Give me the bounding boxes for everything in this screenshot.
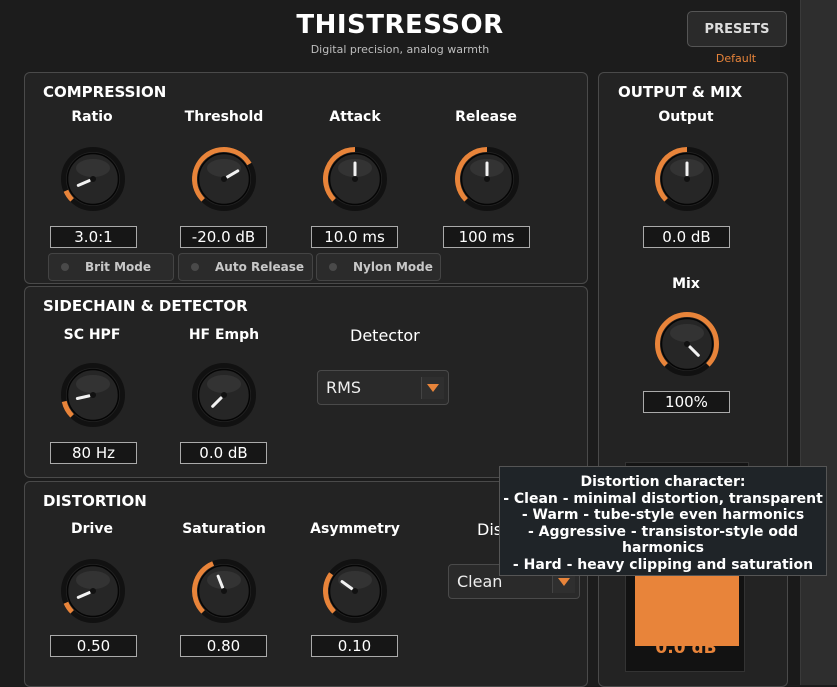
knob-center <box>684 176 690 182</box>
threshold-label: Threshold <box>184 109 264 125</box>
knob-center <box>221 176 227 182</box>
tooltip-line: - Aggressive - transistor-style odd <box>527 523 799 540</box>
drive-value[interactable]: 0.50 <box>50 635 137 657</box>
knob-highlight <box>207 571 241 589</box>
brit-mode-label: Brit Mode <box>85 260 152 274</box>
ratio-value[interactable]: 3.0:1 <box>50 226 137 248</box>
asymmetry-knob[interactable] <box>322 558 388 624</box>
distortion-title: DISTORTION <box>43 492 147 510</box>
hf-emph-label: HF Emph <box>188 327 260 343</box>
plugin-title: THISTRESSOR <box>296 10 504 40</box>
output-meter-readout: 0.0 dB <box>655 638 717 658</box>
knob-highlight <box>76 159 110 177</box>
drive-label: Drive <box>71 521 113 537</box>
release-label: Release <box>455 109 517 125</box>
knob-center <box>90 176 96 182</box>
auto-release-toggle[interactable]: Auto Release <box>178 253 313 281</box>
output-meter-fill <box>635 574 739 646</box>
threshold-knob[interactable] <box>191 146 257 212</box>
side-scrollbar[interactable] <box>800 0 837 685</box>
knob-highlight <box>338 571 372 589</box>
mix-value[interactable]: 100% <box>643 391 730 413</box>
knob-center <box>352 176 358 182</box>
sc-hpf-value[interactable]: 80 Hz <box>50 442 137 464</box>
hf-emph-value[interactable]: 0.0 dB <box>180 442 267 464</box>
ratio-knob[interactable] <box>60 146 126 212</box>
asymmetry-value[interactable]: 0.10 <box>311 635 398 657</box>
detector-label: Detector <box>350 326 420 345</box>
knob-highlight <box>76 571 110 589</box>
auto-release-label: Auto Release <box>215 260 304 274</box>
knob-center <box>684 341 690 347</box>
tooltip-line: - Clean - minimal distortion, transparen… <box>503 490 823 507</box>
tooltip-line: - Warm - tube-style even harmonics <box>521 507 805 523</box>
tooltip-line: Distortion character: <box>580 474 746 490</box>
attack-value[interactable]: 10.0 ms <box>311 226 398 248</box>
ratio-label: Ratio <box>71 109 113 125</box>
output-knob[interactable] <box>654 146 720 212</box>
mix-knob[interactable] <box>654 311 720 377</box>
release-value[interactable]: 100 ms <box>443 226 530 248</box>
output-label: Output <box>658 109 714 125</box>
led-indicator-icon <box>61 263 69 271</box>
sidechain-title: SIDECHAIN & DETECTOR <box>43 297 248 315</box>
knob-center <box>90 588 96 594</box>
knob-center <box>352 588 358 594</box>
knob-highlight <box>76 375 110 393</box>
detector-select[interactable]: RMS <box>317 370 449 405</box>
detector-select-value: RMS <box>326 378 362 397</box>
tooltip-line: - Hard - heavy clipping and saturation <box>512 556 814 573</box>
saturation-value[interactable]: 0.80 <box>180 635 267 657</box>
knob-center <box>90 392 96 398</box>
knob-center <box>484 176 490 182</box>
attack-knob[interactable] <box>322 146 388 212</box>
knob-highlight <box>670 324 704 342</box>
knob-highlight <box>207 159 241 177</box>
tooltip-line: harmonics <box>622 540 704 556</box>
presets-button[interactable]: PRESETS <box>687 11 787 47</box>
sc-hpf-knob[interactable] <box>60 362 126 428</box>
saturation-knob[interactable] <box>191 558 257 624</box>
attack-label: Attack <box>329 109 381 125</box>
distortion-type-value: Clean <box>457 572 503 591</box>
compression-title: COMPRESSION <box>43 83 167 101</box>
chevron-down-icon[interactable] <box>421 377 444 399</box>
nylon-mode-toggle[interactable]: Nylon Mode <box>316 253 441 281</box>
brit-mode-toggle[interactable]: Brit Mode <box>48 253 174 281</box>
led-indicator-icon <box>191 263 199 271</box>
mix-label: Mix <box>672 276 700 292</box>
knob-highlight <box>207 375 241 393</box>
asymmetry-label: Asymmetry <box>310 521 400 537</box>
output-mix-title: OUTPUT & MIX <box>618 83 743 101</box>
sc-hpf-label: SC HPF <box>63 327 121 343</box>
saturation-label: Saturation <box>182 521 266 537</box>
knob-center <box>221 392 227 398</box>
plugin-subtitle: Digital precision, analog warmth <box>310 43 490 56</box>
output-value[interactable]: 0.0 dB <box>643 226 730 248</box>
hf-emph-knob[interactable] <box>191 362 257 428</box>
release-knob[interactable] <box>454 146 520 212</box>
threshold-value[interactable]: -20.0 dB <box>180 226 267 248</box>
knob-center <box>221 588 227 594</box>
led-indicator-icon <box>329 263 337 271</box>
distortion-tooltip: Distortion character: - Clean - minimal … <box>499 466 827 576</box>
current-preset-name: Default <box>715 52 757 65</box>
nylon-mode-label: Nylon Mode <box>353 260 433 274</box>
drive-knob[interactable] <box>60 558 126 624</box>
